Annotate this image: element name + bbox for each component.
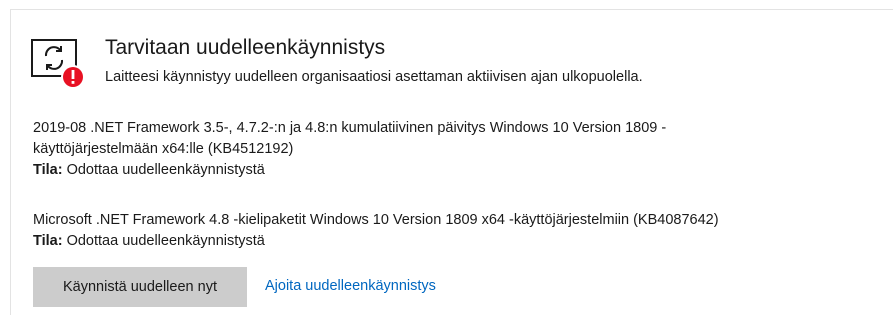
- page-title: Tarvitaan uudelleenkäynnistys: [105, 36, 386, 59]
- error-badge-icon: [61, 65, 85, 89]
- update-name-line: käyttöjärjestelmään x64:lle (KB4512192): [33, 141, 294, 157]
- update-item: 2019-08 .NET Framework 3.5-, 4.7.2-:n ja…: [33, 118, 666, 181]
- schedule-restart-link[interactable]: Ajoita uudelleenkäynnistys: [265, 278, 436, 294]
- panel-border-top: [10, 9, 893, 10]
- status-value: Odottaa uudelleenkäynnistystä: [62, 233, 265, 249]
- panel-border-left: [10, 9, 11, 315]
- status-label: Tila:: [33, 233, 63, 249]
- restart-info-text: Laitteesi käynnistyy uudelleen organisaa…: [105, 69, 643, 85]
- restart-now-button[interactable]: Käynnistä uudelleen nyt: [33, 267, 247, 307]
- status-label: Tila:: [33, 162, 63, 178]
- update-status: Tila: Odottaa uudelleenkäynnistystä: [33, 160, 666, 181]
- status-value: Odottaa uudelleenkäynnistystä: [62, 162, 265, 178]
- update-item: Microsoft .NET Framework 4.8 -kielipaket…: [33, 210, 719, 252]
- update-name-line: 2019-08 .NET Framework 3.5-, 4.7.2-:n ja…: [33, 120, 667, 136]
- update-name-line: Microsoft .NET Framework 4.8 -kielipaket…: [33, 212, 719, 228]
- update-status: Tila: Odottaa uudelleenkäynnistystä: [33, 231, 719, 252]
- restart-required-icon: [31, 37, 87, 93]
